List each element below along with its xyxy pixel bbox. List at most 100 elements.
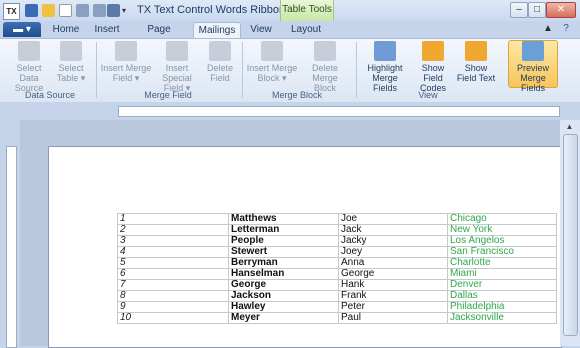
first-name-cell[interactable]: Joey (338, 246, 448, 258)
table-row[interactable]: 3 People Jacky Los Angelos (117, 235, 557, 247)
row-number-cell[interactable]: 5 (117, 257, 229, 269)
first-name-cell[interactable]: Joe (338, 213, 448, 225)
city-cell[interactable]: Los Angelos (447, 235, 557, 247)
row-number-cell[interactable]: 8 (117, 290, 229, 302)
field-text-icon (465, 41, 487, 61)
row-number-cell[interactable]: 2 (117, 224, 229, 236)
select-table-button[interactable]: Select Table ▾ (54, 41, 88, 83)
table-row[interactable]: 6 Hanselman George Miami (117, 268, 557, 280)
city-cell[interactable]: Dallas (447, 290, 557, 302)
table-row[interactable]: 9 Hawley Peter Philadelphia (117, 301, 557, 313)
minimize-button[interactable]: – (510, 2, 528, 18)
last-name-cell[interactable]: Jackson (228, 290, 339, 302)
first-name-cell[interactable]: Jacky (338, 235, 448, 247)
group-label-merge-block: Merge Block (271, 90, 323, 100)
row-number-cell[interactable]: 7 (117, 279, 229, 291)
qat-customize-icon[interactable]: ▾ (122, 4, 130, 17)
delete-field-icon (209, 41, 231, 61)
new-document-icon[interactable] (59, 4, 72, 17)
select-data-source-button[interactable]: Select Data Source (10, 41, 48, 93)
tab-page-layout[interactable]: Page Layout (132, 22, 186, 51)
undo-icon[interactable] (76, 4, 89, 17)
last-name-cell[interactable]: Hanselman (228, 268, 339, 280)
highlight-merge-fields-button[interactable]: Highlight Merge Fields (360, 41, 410, 93)
row-number-cell[interactable]: 6 (117, 268, 229, 280)
highlight-fields-icon (374, 41, 396, 61)
tab-mailings[interactable]: Mailings (193, 22, 241, 39)
city-cell[interactable]: Charlotte (447, 257, 557, 269)
maximize-button[interactable]: □ (528, 2, 546, 18)
save-icon[interactable] (25, 4, 38, 17)
row-number-cell[interactable]: 9 (117, 301, 229, 313)
minimize-ribbon-icon[interactable]: ▲ (540, 22, 556, 36)
vertical-scrollbar[interactable]: ▲ (560, 120, 580, 346)
last-name-cell[interactable]: Matthews (228, 213, 339, 225)
last-name-cell[interactable]: Stewert (228, 246, 339, 258)
delete-merge-block-button[interactable]: Delete Merge Block (302, 41, 348, 93)
first-name-cell[interactable]: Hank (338, 279, 448, 291)
horizontal-ruler-scale[interactable] (118, 106, 560, 117)
preview-icon (522, 41, 544, 61)
first-name-cell[interactable]: Anna (338, 257, 448, 269)
last-name-cell[interactable]: George (228, 279, 339, 291)
table-row[interactable]: 5 Berryman Anna Charlotte (117, 257, 557, 269)
table-row[interactable]: 10 Meyer Paul Jacksonville (117, 312, 557, 324)
preview-merge-fields-button[interactable]: Preview Merge Fields (508, 40, 558, 93)
show-field-text-button[interactable]: Show Field Text (456, 41, 496, 83)
last-name-cell[interactable]: Berryman (228, 257, 339, 269)
group-label-data-source: Data Source (24, 90, 76, 100)
group-label-merge-field: Merge Field (144, 90, 192, 100)
tab-layout[interactable]: Layout (286, 22, 326, 38)
last-name-cell[interactable]: Hawley (228, 301, 339, 313)
field-codes-icon (422, 41, 444, 61)
tab-view[interactable]: View (246, 22, 276, 38)
table-row[interactable]: 7 George Hank Denver (117, 279, 557, 291)
help-icon[interactable]: ? (558, 22, 574, 36)
insert-merge-field-button[interactable]: Insert Merge Field ▾ (100, 41, 152, 83)
vertical-ruler-scale[interactable] (6, 146, 17, 348)
row-number-cell[interactable]: 10 (117, 312, 229, 324)
merge-field-icon (115, 41, 137, 61)
redo-icon[interactable] (93, 4, 106, 17)
table-row[interactable]: 2 Letterman Jack New York (117, 224, 557, 236)
row-number-cell[interactable]: 4 (117, 246, 229, 258)
first-name-cell[interactable]: Jack (338, 224, 448, 236)
city-cell[interactable]: Chicago (447, 213, 557, 225)
table-row[interactable]: 8 Jackson Frank Dallas (117, 290, 557, 302)
city-cell[interactable]: Miami (447, 268, 557, 280)
city-cell[interactable]: Jacksonville (447, 312, 557, 324)
first-name-cell[interactable]: George (338, 268, 448, 280)
insert-special-field-button[interactable]: Insert Special Field ▾ (152, 41, 202, 93)
print-icon[interactable] (107, 4, 120, 17)
first-name-cell[interactable]: Paul (338, 312, 448, 324)
scroll-up-icon[interactable]: ▲ (563, 122, 576, 132)
last-name-cell[interactable]: People (228, 235, 339, 247)
city-cell[interactable]: Denver (447, 279, 557, 291)
row-number-cell[interactable]: 3 (117, 235, 229, 247)
close-button[interactable]: ✕ (546, 2, 576, 18)
insert-merge-block-button[interactable]: Insert Merge Block ▾ (246, 41, 298, 83)
tab-home[interactable]: Home (50, 22, 82, 38)
tab-insert[interactable]: Insert (90, 22, 124, 38)
database-icon (18, 41, 40, 61)
show-field-codes-button[interactable]: Show Field Codes (412, 41, 454, 93)
scroll-thumb[interactable] (563, 134, 578, 336)
open-folder-icon[interactable] (42, 4, 55, 17)
row-number-cell[interactable]: 1 (117, 213, 229, 225)
city-cell[interactable]: Philadelphia (447, 301, 557, 313)
city-cell[interactable]: San Francisco (447, 246, 557, 258)
app-icon[interactable]: TX (3, 3, 20, 20)
first-name-cell[interactable]: Frank (338, 290, 448, 302)
last-name-cell[interactable]: Meyer (228, 312, 339, 324)
table-row[interactable]: 4 Stewert Joey San Francisco (117, 246, 557, 258)
city-cell[interactable]: New York (447, 224, 557, 236)
first-name-cell[interactable]: Peter (338, 301, 448, 313)
group-label-view: View (418, 90, 438, 100)
delete-merge-block-icon (314, 41, 336, 61)
delete-field-button[interactable]: Delete Field (204, 41, 236, 83)
file-menu-button[interactable]: ▬ ▾ (3, 22, 41, 37)
group-separator (356, 42, 357, 98)
table-row[interactable]: 1 Matthews Joe Chicago (117, 213, 557, 225)
last-name-cell[interactable]: Letterman (228, 224, 339, 236)
merge-data-table[interactable]: 1 Matthews Joe Chicago 2 Letterman Jack New Yor… (117, 213, 557, 324)
